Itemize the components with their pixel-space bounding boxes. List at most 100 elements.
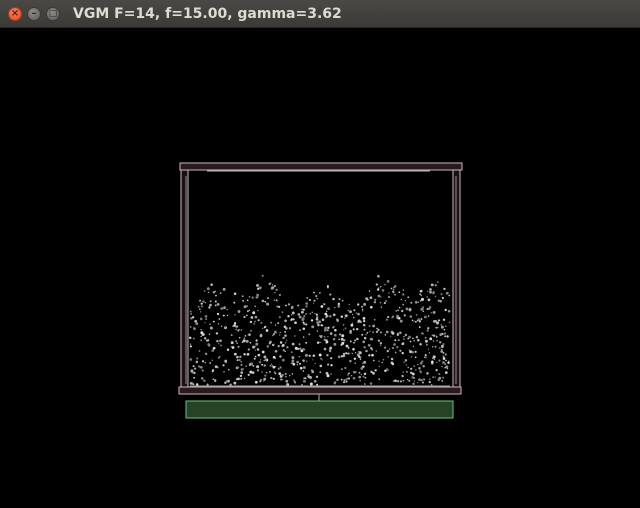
particle: [206, 287, 210, 291]
particle: [398, 291, 401, 294]
particle: [358, 375, 362, 379]
particle: [400, 298, 403, 301]
close-icon[interactable]: ×: [8, 7, 22, 21]
particle: [212, 320, 215, 323]
particle: [345, 352, 348, 355]
particle: [420, 308, 424, 311]
particle: [259, 334, 263, 338]
particle: [286, 346, 289, 349]
particle: [279, 366, 282, 369]
particle: [218, 343, 220, 345]
particle: [429, 378, 431, 380]
particle: [432, 310, 436, 314]
particle: [367, 343, 371, 347]
particle: [404, 300, 407, 302]
particle: [343, 329, 345, 331]
particle: [246, 352, 250, 356]
particle: [375, 283, 378, 286]
particle: [299, 347, 302, 350]
particle: [269, 340, 272, 344]
particle: [375, 330, 379, 334]
particle: [308, 333, 311, 336]
particle: [363, 360, 367, 364]
particle: [248, 309, 251, 312]
particle: [396, 379, 400, 383]
title-bar[interactable]: × – □ VGM F=14, f=15.00, gamma=3.62: [0, 0, 640, 28]
particle: [321, 359, 323, 361]
particle: [353, 309, 356, 312]
particle: [391, 362, 395, 366]
particle: [278, 316, 281, 319]
particle: [377, 328, 380, 331]
maximize-icon[interactable]: □: [46, 7, 60, 21]
particle: [305, 305, 308, 308]
particle: [284, 350, 286, 353]
particle: [197, 365, 201, 368]
particle: [361, 308, 364, 310]
particle: [201, 369, 204, 372]
particle: [253, 357, 256, 360]
particle: [408, 379, 411, 382]
particle: [421, 297, 424, 301]
particle: [253, 322, 255, 325]
particle: [387, 295, 391, 299]
particle: [386, 280, 390, 283]
particle: [393, 343, 396, 346]
particle: [271, 285, 274, 288]
particle: [249, 341, 252, 344]
particle: [357, 312, 360, 316]
particle: [327, 307, 330, 311]
particle: [265, 371, 268, 374]
particle: [206, 383, 209, 386]
particle: [434, 295, 437, 298]
particle: [404, 333, 408, 337]
particle: [279, 334, 281, 336]
particle: [327, 336, 329, 338]
particle: [252, 311, 256, 315]
particle: [219, 339, 222, 343]
particle: [424, 339, 428, 343]
particle: [266, 345, 270, 348]
particle: [381, 361, 383, 364]
particle: [211, 359, 213, 361]
particle: [351, 322, 354, 324]
window-title: VGM F=14, f=15.00, gamma=3.62: [73, 6, 342, 22]
particle: [233, 292, 237, 296]
particle: [435, 336, 438, 338]
particle: [273, 330, 277, 334]
particle: [373, 300, 377, 304]
particle: [403, 338, 405, 340]
particle: [402, 289, 405, 291]
minimize-icon[interactable]: –: [27, 7, 41, 21]
particle: [356, 327, 359, 331]
particle: [420, 289, 423, 293]
particle: [333, 342, 337, 346]
particle: [416, 319, 419, 322]
particle: [238, 337, 241, 339]
particle: [261, 371, 263, 373]
particle: [216, 339, 219, 343]
particle: [225, 380, 228, 384]
particle: [284, 319, 287, 323]
particle: [417, 382, 419, 384]
particle: [321, 318, 325, 321]
particle: [272, 334, 274, 337]
particle: [291, 356, 295, 360]
particle: [257, 353, 261, 357]
particle: [406, 378, 409, 381]
particle: [277, 345, 280, 348]
particle: [307, 375, 309, 378]
particle: [332, 314, 335, 317]
particle: [409, 315, 413, 318]
particle: [353, 339, 357, 342]
particle: [369, 382, 373, 385]
particle: [225, 361, 227, 364]
particle: [268, 283, 271, 285]
particle: [254, 320, 256, 323]
particle: [357, 355, 361, 358]
particle: [410, 356, 413, 358]
particle: [290, 351, 293, 353]
particle: [357, 321, 359, 323]
particle: [273, 284, 276, 288]
particle: [227, 368, 230, 371]
